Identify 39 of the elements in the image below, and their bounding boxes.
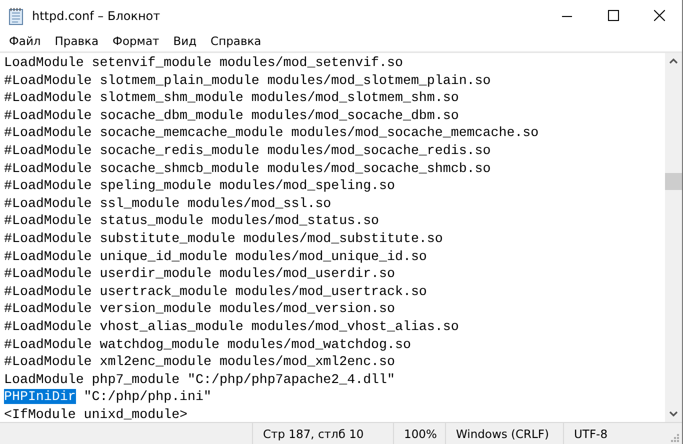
menu-item[interactable]: Правка <box>48 34 106 48</box>
window-title: httpd.conf – Блокнот <box>32 8 160 22</box>
text-line: #LoadModule watchdog_module modules/mod_watchdog.so <box>4 336 412 354</box>
text-line: #LoadModule socache_memcache_module modules/mod_socache_memcache.so <box>4 124 540 142</box>
text-line: #LoadModule status_module modules/mod_status.so <box>4 212 380 230</box>
text-line: #LoadModule xml2enc_module modules/mod_xml2enc.so <box>4 353 396 371</box>
maximize-icon <box>608 10 618 21</box>
text-line: #LoadModule usertrack_module modules/mod_usertrack.so <box>4 282 428 300</box>
menu-item[interactable]: Формат <box>106 34 166 48</box>
text-line: #LoadModule slotmem_plain_module modules/mod_slotmem_plain.so <box>4 72 492 90</box>
line-endings: Windows (CRLF) <box>445 423 563 444</box>
menu-item[interactable]: Справка <box>204 34 268 48</box>
scroll-up-icon[interactable] <box>669 58 678 64</box>
text-line: #LoadModule substitute_module modules/mod_substitute.so <box>4 230 444 248</box>
cursor-position: Стр 187, стлб 10 <box>252 423 393 444</box>
text-line: PHPIniDir "C:/php/php.ini" <box>4 388 212 406</box>
scroll-thumb[interactable] <box>665 173 682 190</box>
text-line: #LoadModule unique_id_module modules/mod_unique_id.so <box>4 248 428 266</box>
text-line: LoadModule php7_module "C:/php/php7apache2_4.dll" <box>4 370 396 388</box>
text-line: #LoadModule ssl_module modules/mod_ssl.so <box>4 194 332 212</box>
text-line: #LoadModule slotmem_shm_module modules/mod_slotmem_shm.so <box>4 89 460 107</box>
close-icon <box>654 10 664 21</box>
menu-item[interactable]: Вид <box>166 34 204 48</box>
menu-item[interactable]: Файл <box>2 34 48 48</box>
text-line: #LoadModule userdir_module modules/mod_userdir.so <box>4 265 396 283</box>
text-line: #LoadModule vhost_alias_module modules/mod_vhost_alias.so <box>4 318 460 336</box>
resize-grip-icon <box>671 434 679 442</box>
text-line: #LoadModule socache_redis_module modules/mod_socache_redis.so <box>4 142 492 160</box>
scroll-down-icon[interactable] <box>669 411 678 417</box>
text-line: #LoadModule socache_dbm_module modules/mod_socache_dbm.so <box>4 106 460 124</box>
vertical-scrollbar[interactable] <box>665 53 682 422</box>
zoom-level: 100% <box>393 423 445 444</box>
text-line: #LoadModule speling_module modules/mod_speling.so <box>4 177 396 195</box>
text-line: #LoadModule socache_shmcb_module modules/mod_socache_shmcb.so <box>4 160 492 178</box>
notepad-icon <box>8 6 24 24</box>
text-line: #LoadModule version_module modules/mod_version.so <box>4 300 396 318</box>
text-line: <IfModule unixd_module> <box>4 406 189 422</box>
encoding: UTF-8 <box>563 423 671 444</box>
text-line: LoadModule setenvif_module modules/mod_setenvif.so <box>4 54 404 72</box>
